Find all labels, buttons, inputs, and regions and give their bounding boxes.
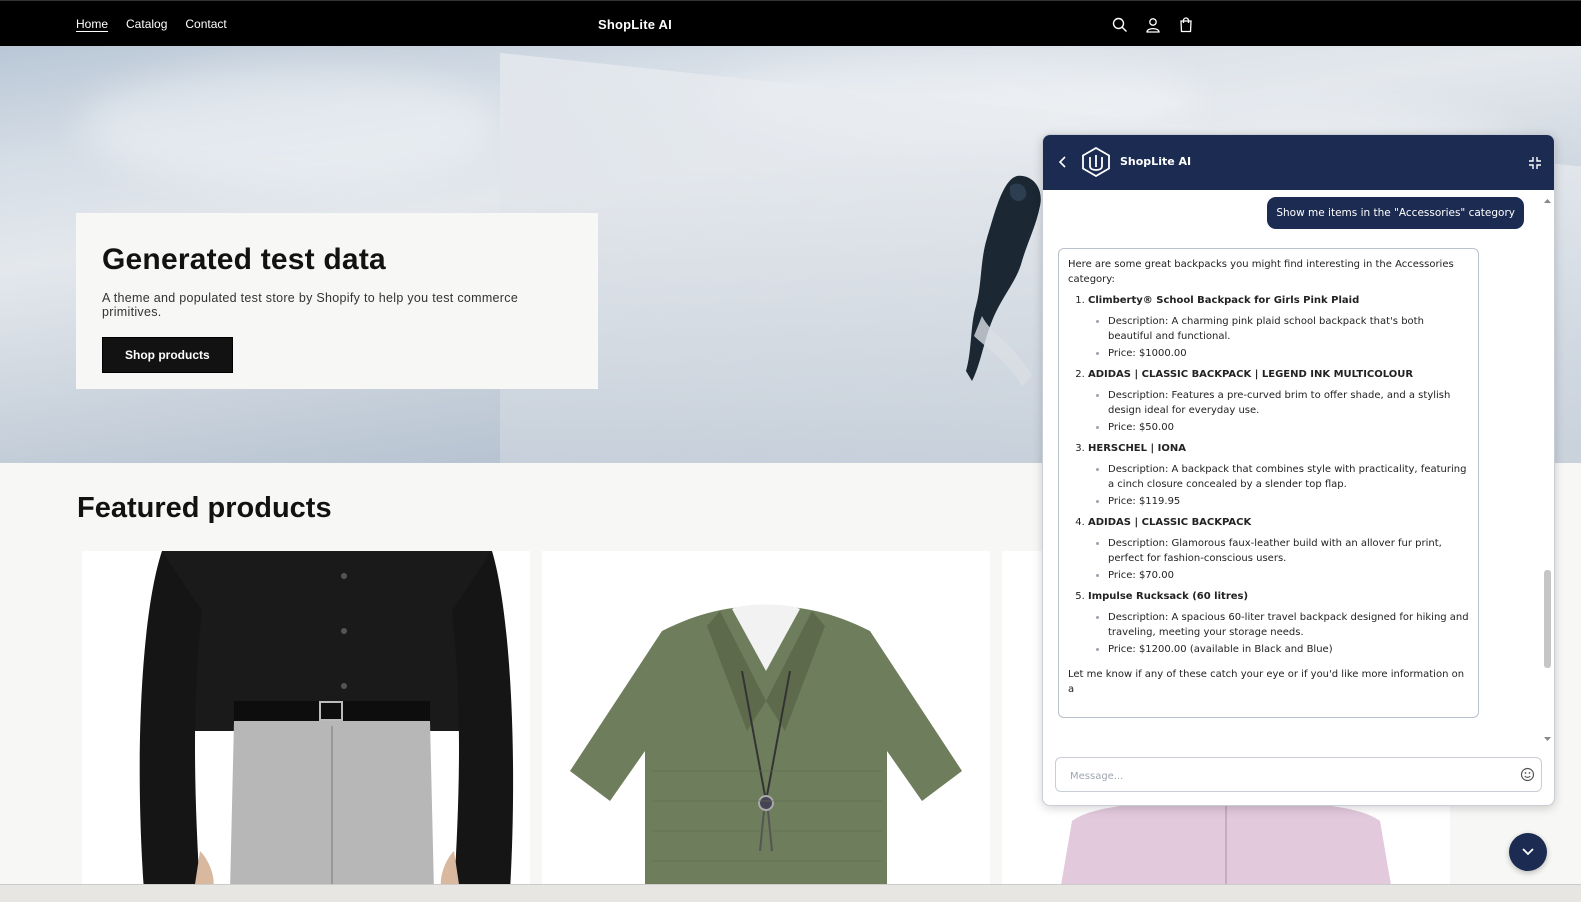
product-description: Description: A backpack that combines st…: [1108, 462, 1469, 492]
message-input[interactable]: [1068, 766, 1502, 786]
user-message: Show me items in the "Accessories" categ…: [1267, 197, 1524, 229]
window-bottom-bar: [0, 884, 1581, 902]
product-name: HERSCHEL | IONA: [1088, 443, 1186, 454]
list-item: ADIDAS | CLASSIC BACKPACK Description: G…: [1088, 515, 1469, 583]
hero-title: Generated test data: [102, 243, 386, 276]
list-item: ADIDAS | CLASSIC BACKPACK | LEGEND INK M…: [1088, 367, 1469, 435]
list-item: Impulse Rucksack (60 litres) Description…: [1088, 589, 1469, 657]
chat-header: ShopLite AI: [1043, 135, 1554, 190]
snowboarder-image: [966, 175, 1041, 386]
shop-products-button[interactable]: Shop products: [102, 337, 233, 373]
chat-scrollbar[interactable]: [1543, 195, 1552, 743]
hero-content-box: Generated test data A theme and populate…: [76, 213, 598, 389]
product-price: Price: $50.00: [1108, 420, 1469, 435]
account-icon[interactable]: [1143, 15, 1162, 34]
scrollbar-thumb[interactable]: [1544, 570, 1551, 668]
search-icon[interactable]: [1110, 15, 1129, 34]
chat-toggle-button[interactable]: [1509, 833, 1547, 871]
scroll-up-icon[interactable]: [1543, 197, 1552, 205]
chat-messages[interactable]: Show me items in the "Accessories" categ…: [1043, 190, 1540, 745]
product-name: Impulse Rucksack (60 litres): [1088, 591, 1249, 602]
product-description: Description: Glamorous faux-leather buil…: [1108, 536, 1469, 566]
product-name: ADIDAS | CLASSIC BACKPACK | LEGEND INK M…: [1088, 369, 1414, 380]
bot-intro: Here are some great backpacks you might …: [1068, 259, 1454, 285]
nav-contact[interactable]: Contact: [185, 17, 226, 31]
scroll-down-icon[interactable]: [1543, 735, 1552, 743]
cart-icon[interactable]: [1176, 15, 1195, 34]
featured-products-heading: Featured products: [77, 492, 332, 524]
product-name: Climberty® School Backpack for Girls Pin…: [1088, 295, 1360, 306]
header-icons: [1110, 15, 1195, 34]
emoji-icon[interactable]: [1520, 767, 1535, 786]
product-name: ADIDAS | CLASSIC BACKPACK: [1088, 517, 1252, 528]
product-card[interactable]: [542, 551, 990, 891]
list-item: Climberty® School Backpack for Girls Pin…: [1088, 293, 1469, 361]
minimize-icon[interactable]: [1528, 155, 1542, 174]
bot-message: Here are some great backpacks you might …: [1058, 248, 1479, 718]
hero-subtitle: A theme and populated test store by Shop…: [102, 291, 519, 319]
back-arrow-icon[interactable]: [1057, 154, 1069, 173]
product-card[interactable]: [82, 551, 530, 891]
product-description: Description: A spacious 60-liter travel …: [1108, 610, 1469, 640]
chat-title: ShopLite AI: [1120, 155, 1192, 168]
product-description: Description: A charming pink plaid schoo…: [1108, 314, 1469, 344]
product-price: Price: $1000.00: [1108, 346, 1469, 361]
product-price: Price: $70.00: [1108, 568, 1469, 583]
product-list: Climberty® School Backpack for Girls Pin…: [1068, 293, 1469, 657]
product-image-green-shirt: [542, 551, 990, 891]
main-nav: Home Catalog Contact: [76, 17, 227, 31]
product-description: Description: Features a pre-curved brim …: [1108, 388, 1469, 418]
message-input-box[interactable]: [1055, 757, 1542, 792]
store-logo[interactable]: ShopLite AI: [598, 17, 672, 32]
product-price: Price: $119.95: [1108, 494, 1469, 509]
shoplite-logo-icon: [1081, 146, 1111, 181]
site-header: Home Catalog Contact ShopLite AI: [0, 0, 1581, 46]
bot-closing: Let me know if any of these catch your e…: [1068, 669, 1465, 695]
product-price: Price: $1200.00 (available in Black and …: [1108, 642, 1469, 657]
nav-home[interactable]: Home: [76, 17, 108, 31]
chevron-down-icon: [1522, 848, 1534, 856]
chat-widget: ShopLite AI Show me items in the "Access…: [1042, 134, 1555, 806]
list-item: HERSCHEL | IONA Description: A backpack …: [1088, 441, 1469, 509]
product-image-black-shirt: [82, 551, 530, 891]
nav-catalog[interactable]: Catalog: [126, 17, 167, 31]
